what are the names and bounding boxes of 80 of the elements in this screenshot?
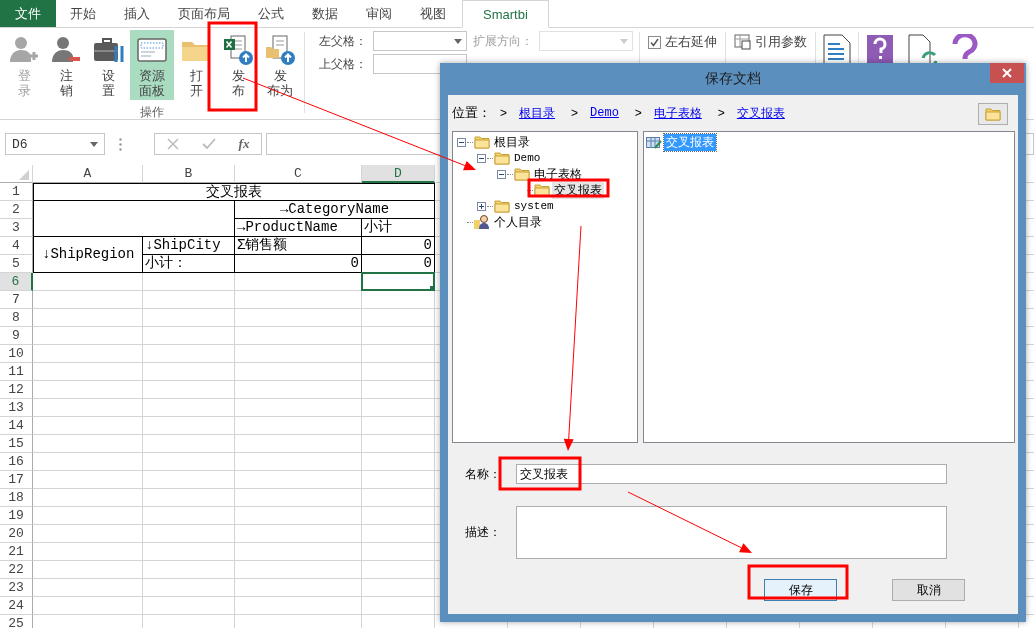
ribbon-tab[interactable]: 开始 (56, 0, 110, 27)
table-cell[interactable]: ↓ShipRegion (33, 237, 143, 273)
tree-item[interactable]: 电子表格 (532, 165, 584, 183)
breadcrumb-link[interactable]: 交叉报表 (736, 104, 785, 122)
ribbon-button[interactable]: 资源面板 (130, 30, 174, 100)
dialog-button[interactable]: 取消 (892, 579, 965, 601)
ribbon-button[interactable]: 打开 (176, 30, 216, 100)
user-folder-icon (474, 214, 490, 230)
collapse-icon[interactable] (457, 137, 466, 147)
close-button[interactable] (990, 63, 1024, 83)
ribbon-tab[interactable]: 数据 (298, 0, 352, 27)
collapse-icon[interactable] (477, 153, 486, 163)
table-icon (734, 34, 752, 50)
field-label: 名称： (465, 465, 502, 483)
field-label: 左父格： (319, 32, 367, 50)
column-header[interactable]: D (362, 165, 435, 183)
field-label: 描述： (465, 524, 502, 541)
group-label: 操作 (140, 104, 164, 121)
location-label: 位置： (452, 104, 492, 122)
checkbox[interactable] (648, 35, 661, 49)
ribbon-tab[interactable]: 页面布局 (164, 0, 244, 27)
ribbon-button[interactable]: 发布 (218, 30, 258, 100)
ribbon-tab[interactable]: Smartbi (462, 0, 549, 28)
folder-icon (494, 151, 510, 165)
tree-item[interactable]: Demo (512, 152, 543, 164)
breadcrumb-separator: > (500, 106, 507, 120)
name-field[interactable]: 交叉报表 (516, 464, 947, 484)
ribbon-button[interactable]: 注销 (46, 30, 86, 100)
table-cell[interactable]: →ProductName (235, 219, 362, 237)
spreadsheet-upload-icon (222, 34, 254, 66)
table-cell[interactable]: 交叉报表 (33, 183, 435, 201)
table-cell[interactable]: 小计： (143, 255, 235, 273)
table-cell[interactable]: ↓ShipCity (143, 237, 235, 255)
table-cell[interactable]: Σ销售额 (235, 237, 362, 255)
name-box[interactable]: D6 (5, 133, 105, 155)
folder-icon (985, 107, 1001, 121)
folder-icon (474, 135, 490, 149)
ribbon-tab[interactable]: 文件 (0, 0, 56, 27)
folder-icon (534, 183, 550, 197)
caret-icon[interactable] (90, 141, 98, 147)
insert-function-button[interactable]: fx (238, 136, 250, 152)
breadcrumb-separator: > (634, 106, 642, 120)
tree-item[interactable]: 根目录 (492, 133, 532, 151)
window-title: 保存文档 (705, 70, 761, 88)
row-header[interactable]: 6 (0, 273, 33, 291)
description-field[interactable] (516, 506, 947, 559)
document-upload-icon (264, 34, 296, 66)
ribbon-tab[interactable]: 审阅 (352, 0, 406, 27)
report-icon (646, 136, 662, 149)
ribbon-button[interactable]: 设置 (88, 30, 128, 100)
collapse-icon[interactable] (497, 169, 506, 179)
table-cell[interactable] (33, 201, 235, 237)
folder-icon (494, 199, 510, 213)
field-label: 扩展方向： (473, 32, 533, 50)
ribbon-tab[interactable]: 公式 (244, 0, 298, 27)
caret-icon[interactable] (454, 38, 462, 44)
breadcrumb-separator: > (717, 106, 725, 120)
column-header[interactable]: A (33, 165, 143, 183)
table-cell[interactable]: 小计 (362, 219, 435, 237)
table-cell[interactable]: 0 (235, 255, 362, 273)
table-cell[interactable]: 0 (362, 237, 435, 255)
field-label: 上父格： (319, 55, 367, 73)
checkbox-label: 左右延伸 (665, 33, 717, 51)
check-icon[interactable] (201, 138, 216, 150)
expand-icon[interactable] (477, 201, 486, 211)
close-icon (1002, 68, 1012, 78)
breadcrumb-link[interactable]: 电子表格 (653, 104, 702, 122)
folder-icon (514, 167, 530, 181)
table-cell[interactable]: →CategoryName (235, 201, 435, 219)
breadcrumb-separator: > (571, 106, 579, 120)
ribbon-button[interactable]: 引用参数 (734, 33, 807, 51)
ribbon-tab[interactable]: 插入 (110, 0, 164, 27)
breadcrumb-link[interactable]: 根目录 (519, 104, 555, 122)
tree-item[interactable]: system (512, 200, 556, 212)
column-header[interactable]: B (143, 165, 235, 183)
column-header[interactable]: C (235, 165, 362, 183)
ribbon-tab[interactable]: 视图 (406, 0, 460, 27)
grip-icon (119, 137, 122, 151)
breadcrumb-link[interactable]: Demo (590, 106, 619, 120)
tree-item[interactable]: 个人目录 (492, 213, 544, 231)
